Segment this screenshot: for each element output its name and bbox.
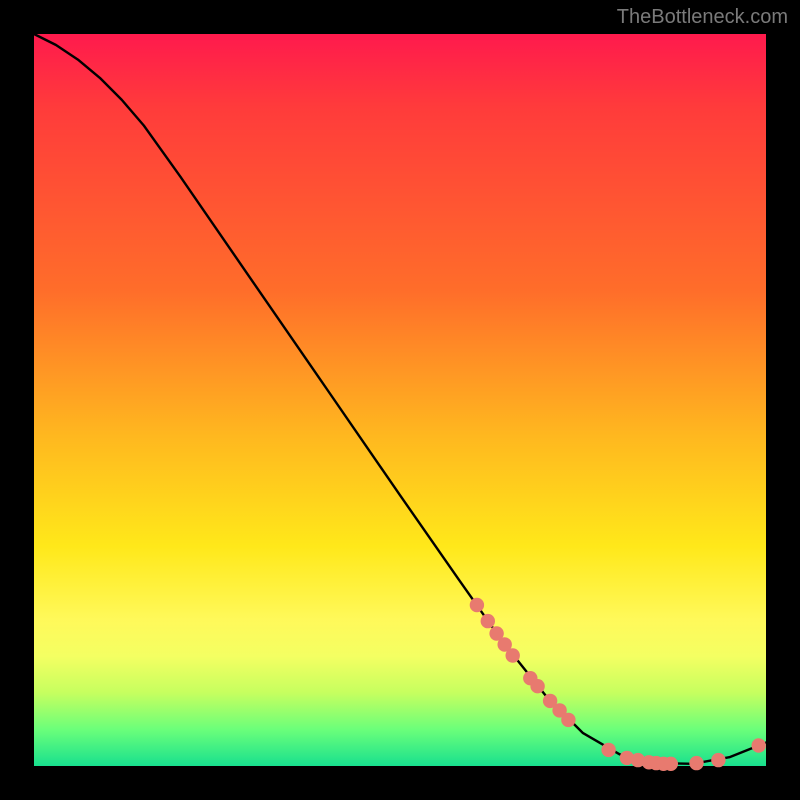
data-dot: [711, 753, 725, 767]
data-dot: [481, 614, 495, 628]
bottleneck-curve: [34, 34, 766, 764]
chart-frame: TheBottleneck.com: [0, 0, 800, 800]
data-dot: [752, 738, 766, 752]
data-dot: [530, 679, 544, 693]
data-dot: [561, 713, 575, 727]
data-dot: [689, 756, 703, 770]
watermark-text: TheBottleneck.com: [617, 6, 788, 29]
data-dots-group: [470, 598, 766, 771]
data-dot: [601, 743, 615, 757]
chart-svg: [34, 34, 766, 766]
plot-area: [34, 34, 766, 766]
data-dot: [470, 598, 484, 612]
data-dot: [506, 648, 520, 662]
data-dot: [664, 757, 678, 771]
